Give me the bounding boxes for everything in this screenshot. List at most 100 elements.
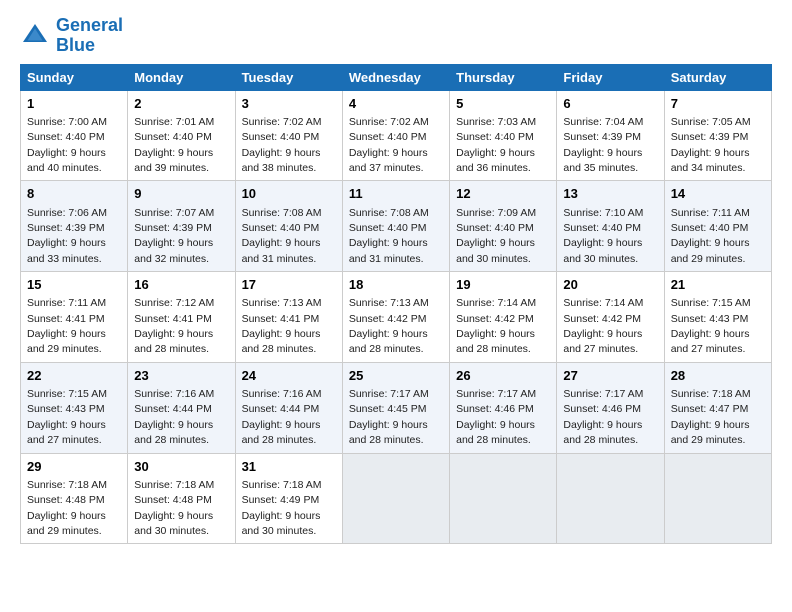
day-info: Sunrise: 7:18 AMSunset: 4:48 PMDaylight:… <box>134 479 214 537</box>
day-number: 2 <box>134 95 228 113</box>
day-info: Sunrise: 7:02 AMSunset: 4:40 PMDaylight:… <box>349 116 429 174</box>
day-info: Sunrise: 7:14 AMSunset: 4:42 PMDaylight:… <box>563 297 643 355</box>
calendar-cell: 31 Sunrise: 7:18 AMSunset: 4:49 PMDaylig… <box>235 453 342 544</box>
calendar-cell <box>664 453 771 544</box>
day-header: Wednesday <box>342 64 449 90</box>
calendar-cell: 22 Sunrise: 7:15 AMSunset: 4:43 PMDaylig… <box>21 362 128 453</box>
calendar-cell: 1 Sunrise: 7:00 AMSunset: 4:40 PMDayligh… <box>21 90 128 181</box>
day-number: 6 <box>563 95 657 113</box>
day-info: Sunrise: 7:08 AMSunset: 4:40 PMDaylight:… <box>349 207 429 265</box>
calendar-cell: 13 Sunrise: 7:10 AMSunset: 4:40 PMDaylig… <box>557 181 664 272</box>
day-info: Sunrise: 7:15 AMSunset: 4:43 PMDaylight:… <box>671 297 751 355</box>
day-number: 31 <box>242 458 336 476</box>
day-header: Friday <box>557 64 664 90</box>
calendar-cell: 24 Sunrise: 7:16 AMSunset: 4:44 PMDaylig… <box>235 362 342 453</box>
calendar-cell: 4 Sunrise: 7:02 AMSunset: 4:40 PMDayligh… <box>342 90 449 181</box>
calendar-cell: 16 Sunrise: 7:12 AMSunset: 4:41 PMDaylig… <box>128 272 235 363</box>
day-number: 9 <box>134 185 228 203</box>
day-header: Thursday <box>450 64 557 90</box>
day-number: 26 <box>456 367 550 385</box>
logo-text: General Blue <box>56 16 123 56</box>
day-info: Sunrise: 7:17 AMSunset: 4:46 PMDaylight:… <box>563 388 643 446</box>
calendar-week-row: 8 Sunrise: 7:06 AMSunset: 4:39 PMDayligh… <box>21 181 772 272</box>
logo: General Blue <box>20 16 123 56</box>
calendar-cell: 28 Sunrise: 7:18 AMSunset: 4:47 PMDaylig… <box>664 362 771 453</box>
day-number: 18 <box>349 276 443 294</box>
calendar-cell <box>450 453 557 544</box>
day-header: Saturday <box>664 64 771 90</box>
calendar-cell: 2 Sunrise: 7:01 AMSunset: 4:40 PMDayligh… <box>128 90 235 181</box>
calendar-week-row: 15 Sunrise: 7:11 AMSunset: 4:41 PMDaylig… <box>21 272 772 363</box>
day-number: 23 <box>134 367 228 385</box>
day-info: Sunrise: 7:16 AMSunset: 4:44 PMDaylight:… <box>134 388 214 446</box>
day-info: Sunrise: 7:18 AMSunset: 4:49 PMDaylight:… <box>242 479 322 537</box>
day-number: 24 <box>242 367 336 385</box>
calendar-cell: 12 Sunrise: 7:09 AMSunset: 4:40 PMDaylig… <box>450 181 557 272</box>
calendar-cell: 18 Sunrise: 7:13 AMSunset: 4:42 PMDaylig… <box>342 272 449 363</box>
day-number: 30 <box>134 458 228 476</box>
day-info: Sunrise: 7:13 AMSunset: 4:41 PMDaylight:… <box>242 297 322 355</box>
day-number: 14 <box>671 185 765 203</box>
day-number: 20 <box>563 276 657 294</box>
day-info: Sunrise: 7:02 AMSunset: 4:40 PMDaylight:… <box>242 116 322 174</box>
day-header: Sunday <box>21 64 128 90</box>
calendar-cell: 15 Sunrise: 7:11 AMSunset: 4:41 PMDaylig… <box>21 272 128 363</box>
calendar-cell: 6 Sunrise: 7:04 AMSunset: 4:39 PMDayligh… <box>557 90 664 181</box>
day-number: 1 <box>27 95 121 113</box>
day-info: Sunrise: 7:17 AMSunset: 4:46 PMDaylight:… <box>456 388 536 446</box>
day-number: 17 <box>242 276 336 294</box>
day-number: 22 <box>27 367 121 385</box>
day-info: Sunrise: 7:04 AMSunset: 4:39 PMDaylight:… <box>563 116 643 174</box>
calendar-cell: 29 Sunrise: 7:18 AMSunset: 4:48 PMDaylig… <box>21 453 128 544</box>
day-number: 5 <box>456 95 550 113</box>
calendar-cell: 25 Sunrise: 7:17 AMSunset: 4:45 PMDaylig… <box>342 362 449 453</box>
day-info: Sunrise: 7:15 AMSunset: 4:43 PMDaylight:… <box>27 388 107 446</box>
day-header: Tuesday <box>235 64 342 90</box>
day-number: 11 <box>349 185 443 203</box>
day-info: Sunrise: 7:13 AMSunset: 4:42 PMDaylight:… <box>349 297 429 355</box>
calendar-cell: 27 Sunrise: 7:17 AMSunset: 4:46 PMDaylig… <box>557 362 664 453</box>
day-number: 19 <box>456 276 550 294</box>
calendar-cell: 8 Sunrise: 7:06 AMSunset: 4:39 PMDayligh… <box>21 181 128 272</box>
page-header: General Blue <box>20 16 772 56</box>
day-number: 13 <box>563 185 657 203</box>
calendar-week-row: 22 Sunrise: 7:15 AMSunset: 4:43 PMDaylig… <box>21 362 772 453</box>
calendar-header-row: SundayMondayTuesdayWednesdayThursdayFrid… <box>21 64 772 90</box>
calendar-cell: 14 Sunrise: 7:11 AMSunset: 4:40 PMDaylig… <box>664 181 771 272</box>
day-info: Sunrise: 7:05 AMSunset: 4:39 PMDaylight:… <box>671 116 751 174</box>
day-info: Sunrise: 7:01 AMSunset: 4:40 PMDaylight:… <box>134 116 214 174</box>
day-header: Monday <box>128 64 235 90</box>
day-info: Sunrise: 7:11 AMSunset: 4:41 PMDaylight:… <box>27 297 106 355</box>
calendar-cell: 3 Sunrise: 7:02 AMSunset: 4:40 PMDayligh… <box>235 90 342 181</box>
day-info: Sunrise: 7:07 AMSunset: 4:39 PMDaylight:… <box>134 207 214 265</box>
day-info: Sunrise: 7:08 AMSunset: 4:40 PMDaylight:… <box>242 207 322 265</box>
day-info: Sunrise: 7:00 AMSunset: 4:40 PMDaylight:… <box>27 116 107 174</box>
day-number: 15 <box>27 276 121 294</box>
calendar-cell: 30 Sunrise: 7:18 AMSunset: 4:48 PMDaylig… <box>128 453 235 544</box>
day-info: Sunrise: 7:16 AMSunset: 4:44 PMDaylight:… <box>242 388 322 446</box>
day-number: 28 <box>671 367 765 385</box>
calendar-cell: 17 Sunrise: 7:13 AMSunset: 4:41 PMDaylig… <box>235 272 342 363</box>
day-info: Sunrise: 7:14 AMSunset: 4:42 PMDaylight:… <box>456 297 536 355</box>
day-number: 16 <box>134 276 228 294</box>
calendar-cell: 19 Sunrise: 7:14 AMSunset: 4:42 PMDaylig… <box>450 272 557 363</box>
calendar-cell: 9 Sunrise: 7:07 AMSunset: 4:39 PMDayligh… <box>128 181 235 272</box>
calendar-cell: 21 Sunrise: 7:15 AMSunset: 4:43 PMDaylig… <box>664 272 771 363</box>
calendar-cell: 20 Sunrise: 7:14 AMSunset: 4:42 PMDaylig… <box>557 272 664 363</box>
day-number: 25 <box>349 367 443 385</box>
day-info: Sunrise: 7:10 AMSunset: 4:40 PMDaylight:… <box>563 207 643 265</box>
day-number: 29 <box>27 458 121 476</box>
day-number: 4 <box>349 95 443 113</box>
day-number: 27 <box>563 367 657 385</box>
calendar-week-row: 29 Sunrise: 7:18 AMSunset: 4:48 PMDaylig… <box>21 453 772 544</box>
calendar-cell: 5 Sunrise: 7:03 AMSunset: 4:40 PMDayligh… <box>450 90 557 181</box>
calendar-cell: 23 Sunrise: 7:16 AMSunset: 4:44 PMDaylig… <box>128 362 235 453</box>
day-info: Sunrise: 7:11 AMSunset: 4:40 PMDaylight:… <box>671 207 750 265</box>
day-info: Sunrise: 7:12 AMSunset: 4:41 PMDaylight:… <box>134 297 214 355</box>
calendar-week-row: 1 Sunrise: 7:00 AMSunset: 4:40 PMDayligh… <box>21 90 772 181</box>
calendar-cell <box>557 453 664 544</box>
day-number: 3 <box>242 95 336 113</box>
calendar-cell <box>342 453 449 544</box>
calendar-table: SundayMondayTuesdayWednesdayThursdayFrid… <box>20 64 772 545</box>
day-number: 21 <box>671 276 765 294</box>
